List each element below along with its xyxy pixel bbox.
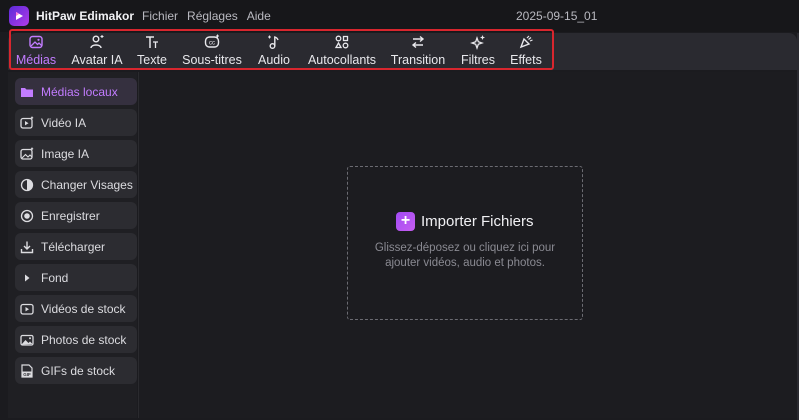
sidebar: Médias locaux Vidéo IA Image IA Changer … xyxy=(8,72,137,418)
sidebar-item-label: Vidéos de stock xyxy=(41,301,126,316)
menu-fichier[interactable]: Fichier xyxy=(142,9,178,23)
dropzone-hint: Glissez-déposez ou cliquez ici pour ajou… xyxy=(347,241,583,271)
tab-texte[interactable]: Texte xyxy=(136,33,168,69)
sidebar-item-label: Télécharger xyxy=(41,239,106,254)
gif-icon: GIF xyxy=(20,363,34,378)
tab-autocollants[interactable]: Autocollants xyxy=(306,33,378,69)
tab-filtres[interactable]: Filtres xyxy=(460,33,496,69)
sidebar-item-gifs-de-stock[interactable]: GIF GIFs de stock xyxy=(15,357,137,384)
tab-transition[interactable]: Transition xyxy=(390,33,446,69)
play-arrow-icon xyxy=(20,271,34,285)
text-icon xyxy=(144,33,160,51)
ai-video-icon xyxy=(20,116,34,130)
tab-effets[interactable]: Effets xyxy=(509,33,543,69)
avatar-icon xyxy=(89,33,105,51)
download-icon xyxy=(20,240,34,254)
filters-icon xyxy=(470,33,486,51)
tab-audio[interactable]: Audio xyxy=(256,33,292,69)
ai-image-icon xyxy=(20,147,34,161)
folder-icon xyxy=(20,85,34,99)
tab-label: Audio xyxy=(258,53,290,67)
sidebar-item-label: GIFs de stock xyxy=(41,363,116,378)
menu-bar: Fichier Réglages Aide xyxy=(142,9,280,23)
sidebar-item-medias-locaux[interactable]: Médias locaux xyxy=(15,78,137,105)
tab-avatar-ia[interactable]: Avatar IA xyxy=(70,33,124,69)
media-icon xyxy=(28,33,44,51)
transition-icon xyxy=(410,33,426,51)
stickers-icon xyxy=(334,33,350,51)
audio-icon xyxy=(266,33,282,51)
title-bar: HitPaw Edimakor Fichier Réglages Aide 20… xyxy=(0,0,799,32)
subtitles-icon: cc xyxy=(204,33,220,51)
sidebar-item-enregistrer[interactable]: Enregistrer xyxy=(15,202,137,229)
sidebar-item-label: Image IA xyxy=(41,146,90,161)
sidebar-item-label: Médias locaux xyxy=(41,84,118,99)
sidebar-item-image-ia[interactable]: Image IA xyxy=(15,140,137,167)
tab-label: Autocollants xyxy=(307,53,377,67)
sidebar-item-fond[interactable]: Fond xyxy=(15,264,137,291)
app-logo xyxy=(9,6,29,26)
sidebar-item-label: Enregistrer xyxy=(41,208,100,223)
sidebar-item-videos-de-stock[interactable]: Vidéos de stock xyxy=(15,295,137,322)
sidebar-item-photos-de-stock[interactable]: Photos de stock xyxy=(15,326,137,353)
plus-icon: + xyxy=(396,211,415,231)
app-name: HitPaw Edimakor xyxy=(36,9,135,23)
tab-label: Filtres xyxy=(460,53,496,67)
import-files-label: Importer Fichiers xyxy=(421,212,534,230)
menu-aide[interactable]: Aide xyxy=(247,9,271,23)
sidebar-item-label: Changer Visages xyxy=(41,177,133,192)
svg-text:GIF: GIF xyxy=(23,371,31,376)
stock-video-icon xyxy=(20,302,34,316)
import-files-button[interactable]: + Importer Fichiers xyxy=(396,210,534,232)
sidebar-item-changer-visages[interactable]: Changer Visages xyxy=(15,171,137,198)
svg-text:cc: cc xyxy=(209,41,215,47)
record-icon xyxy=(20,209,34,223)
stock-photo-icon xyxy=(20,333,34,347)
dropzone-hint-line1: Glissez-déposez ou cliquez ici pour xyxy=(374,242,556,254)
effects-icon xyxy=(518,33,534,51)
menu-reglages[interactable]: Réglages xyxy=(187,9,238,23)
dropzone-hint-line2: ajouter vidéos, audio et photos. xyxy=(385,257,545,269)
tab-label: Transition xyxy=(390,53,446,67)
tab-label: Effets xyxy=(510,53,542,67)
tab-label: Médias xyxy=(15,53,57,67)
sidebar-item-video-ia[interactable]: Vidéo IA xyxy=(15,109,137,136)
tab-medias[interactable]: Médias xyxy=(14,33,58,69)
sidebar-item-label: Vidéo IA xyxy=(41,115,87,130)
tab-label: Avatar IA xyxy=(71,53,123,67)
tab-sous-titres[interactable]: cc Sous-titres xyxy=(182,33,242,69)
project-name: 2025-09-15_01 xyxy=(516,9,598,23)
sidebar-item-telecharger[interactable]: Télécharger xyxy=(15,233,137,260)
face-swap-icon xyxy=(20,178,34,192)
sidebar-item-label: Fond xyxy=(41,270,69,285)
tab-label: Texte xyxy=(137,53,167,67)
tab-label: Sous-titres xyxy=(182,53,242,67)
sidebar-item-label: Photos de stock xyxy=(41,332,127,347)
